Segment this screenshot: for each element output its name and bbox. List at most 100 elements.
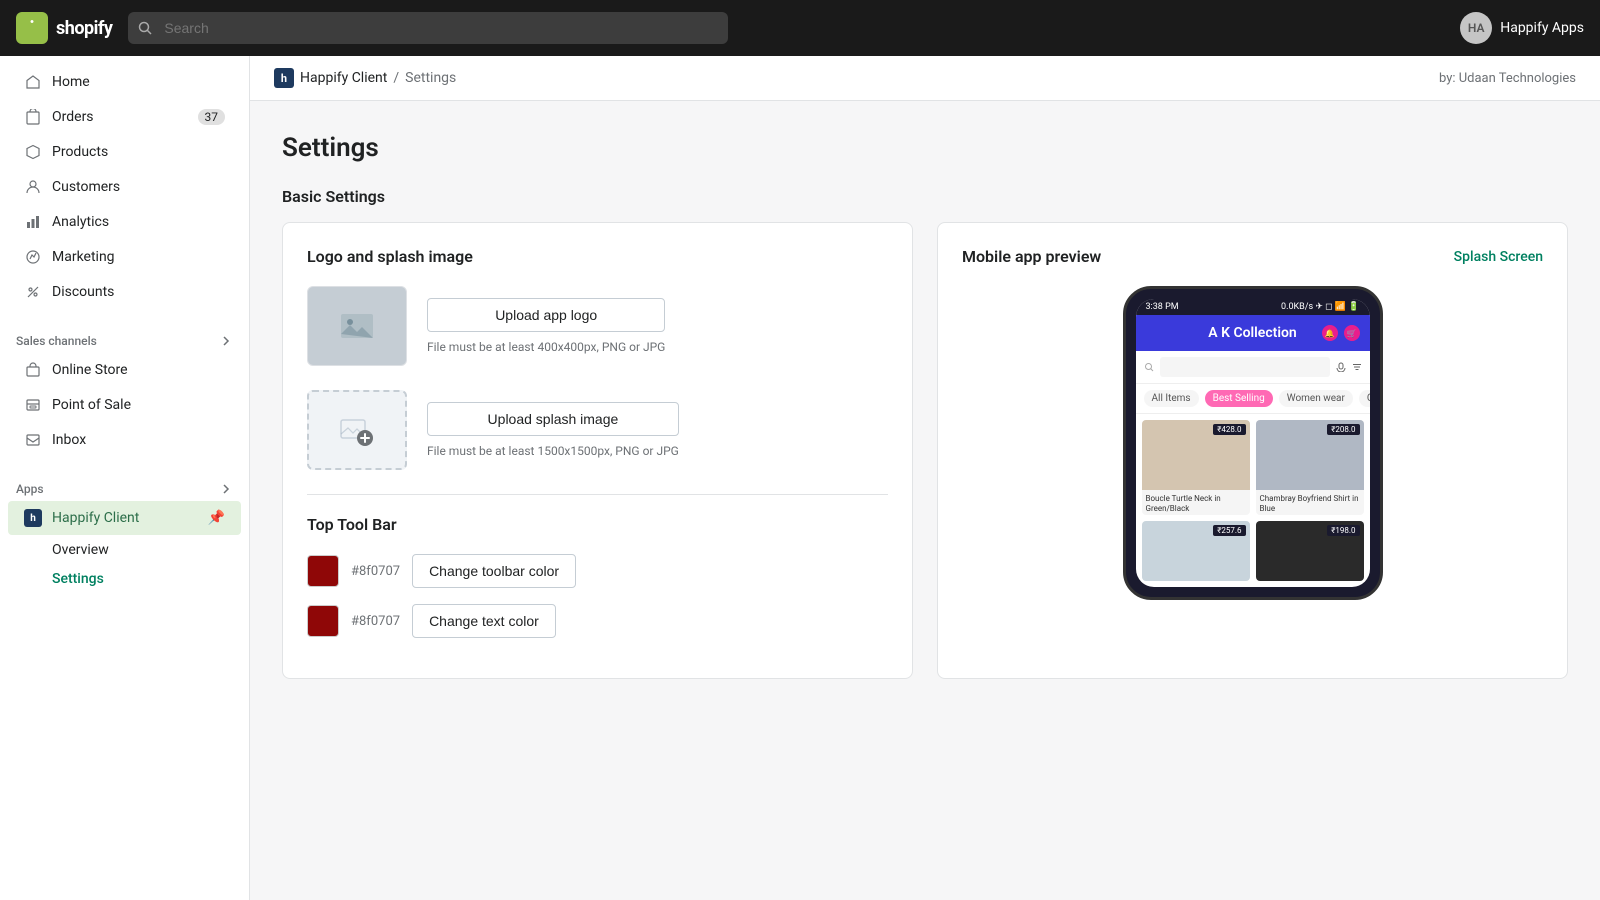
tab-our-best: Our Best [1359, 390, 1370, 407]
upload-splash-icon [337, 410, 377, 450]
sidebar-label-customers: Customers [52, 179, 120, 195]
sidebar-label-pos: Point of Sale [52, 397, 131, 413]
notification-badge: 🔔 [1322, 325, 1338, 341]
sidebar-item-home[interactable]: Home [8, 65, 241, 99]
page-title: Settings [282, 133, 1568, 163]
breadcrumb-app-name: Happify Client [300, 70, 387, 86]
product-img-3: ₹257.6 [1142, 521, 1250, 581]
sidebar-item-discounts[interactable]: Discounts [8, 275, 241, 309]
change-toolbar-color-button[interactable]: Change toolbar color [412, 554, 576, 588]
upload-splash-hint: File must be at least 1500x1500px, PNG o… [427, 444, 679, 458]
sidebar: Home Orders 37 Products [0, 56, 250, 900]
cart-badge: 🛒 [1344, 325, 1360, 341]
happify-icon: h [24, 509, 42, 527]
preview-header: Mobile app preview Splash Screen [962, 247, 1543, 266]
sidebar-item-inbox[interactable]: Inbox [8, 423, 241, 457]
divider [307, 494, 888, 495]
phone-mockup: 3:38 PM 0.0KB/s ✈ ◻ 📶 🔋 A K Collection 🔔… [1123, 286, 1383, 600]
product-row2: ₹257.6 ₹198.0 [1136, 521, 1370, 587]
sidebar-item-online-store[interactable]: Online Store [8, 353, 241, 387]
splash-screen-link[interactable]: Splash Screen [1454, 249, 1543, 265]
text-color-swatch [307, 605, 339, 637]
status-icons: 0.0KB/s ✈ ◻ 📶 🔋 [1281, 302, 1359, 312]
products-grid: ₹428.0 Boucle Turtle Neck in Green/Black… [1136, 414, 1370, 521]
top-bar: shopify HA Happify Apps [0, 0, 1600, 56]
upload-splash-info: Upload splash image File must be at leas… [427, 402, 679, 458]
text-color-row: #8f0707 Change text color [307, 604, 888, 638]
search-icon [138, 21, 152, 35]
upload-logo-row: Upload app logo File must be at least 40… [307, 286, 888, 366]
phone-tabs: All Items Best Selling Women wear Our Be… [1136, 384, 1370, 414]
upload-splash-button[interactable]: Upload splash image [427, 402, 679, 436]
sidebar-label-analytics: Analytics [52, 214, 109, 230]
sidebar-label-inbox: Inbox [52, 432, 86, 448]
product-card-3: ₹257.6 [1142, 521, 1250, 581]
sidebar-label-happify: Happify Client [52, 510, 139, 526]
sidebar-item-happify-client[interactable]: h Happify Client 📌 [8, 501, 241, 535]
toolbar-color-swatch [307, 555, 339, 587]
app-nav-bar: A K Collection 🔔 🛒 [1136, 315, 1370, 351]
sub-label-settings: Settings [52, 571, 104, 587]
nav-section: Home Orders 37 Products [0, 56, 249, 318]
sidebar-item-orders[interactable]: Orders 37 [8, 100, 241, 134]
sub-label-overview: Overview [52, 542, 109, 558]
pos-icon [24, 396, 42, 414]
product-card-4: ₹198.0 [1256, 521, 1364, 581]
upload-logo-button[interactable]: Upload app logo [427, 298, 665, 332]
product-img-1: ₹428.0 [1142, 420, 1250, 490]
preview-title: Mobile app preview [962, 247, 1101, 266]
orders-icon [24, 108, 42, 126]
text-color-hex: #8f0707 [351, 614, 400, 629]
shopify-logo-icon [16, 12, 48, 44]
toolbar-color-row: #8f0707 Change toolbar color [307, 554, 888, 588]
phone-screen: 3:38 PM 0.0KB/s ✈ ◻ 📶 🔋 A K Collection 🔔… [1136, 299, 1370, 587]
customers-icon [24, 178, 42, 196]
sidebar-sub-overview[interactable]: Overview [8, 536, 241, 564]
pin-icon: 📌 [208, 510, 225, 526]
page-content: Settings Basic Settings Logo and splash … [250, 101, 1600, 711]
price-badge-2: ₹208.0 [1327, 424, 1359, 435]
home-icon [24, 73, 42, 91]
online-store-icon [24, 361, 42, 379]
logo-splash-card: Logo and splash image [282, 222, 913, 679]
analytics-icon [24, 213, 42, 231]
sidebar-item-point-of-sale[interactable]: Point of Sale [8, 388, 241, 422]
image-placeholder-icon [339, 308, 375, 344]
logo-splash-title: Logo and splash image [307, 247, 888, 266]
sidebar-label-orders: Orders [52, 109, 94, 125]
sidebar-label-home: Home [52, 74, 90, 90]
apps-section: Apps h Happify Client 📌 Overview Setting… [0, 466, 249, 602]
nav-icons: 🔔 🛒 [1322, 325, 1360, 341]
price-badge-4: ₹198.0 [1327, 525, 1359, 536]
product-img-2: ₹208.0 [1256, 420, 1364, 490]
app-layout: shopify HA Happify Apps [0, 0, 1600, 900]
sidebar-item-customers[interactable]: Customers [8, 170, 241, 204]
discounts-icon [24, 283, 42, 301]
change-text-color-button[interactable]: Change text color [412, 604, 556, 638]
phone-search-row [1136, 351, 1370, 384]
tab-women-wear: Women wear [1279, 390, 1353, 407]
breadcrumb: h Happify Client / Settings [274, 68, 456, 88]
preview-card: Mobile app preview Splash Screen 3:38 PM… [937, 222, 1568, 679]
price-badge-1: ₹428.0 [1213, 424, 1245, 435]
chevron-right-apps-icon [219, 482, 233, 496]
filter-icon [1352, 362, 1362, 372]
breadcrumb-separator: / [393, 70, 399, 86]
apps-header: Apps [0, 474, 249, 500]
shopify-logo[interactable]: shopify [16, 12, 112, 44]
phone-search-icon [1144, 362, 1154, 372]
orders-badge: 37 [198, 109, 226, 125]
search-input[interactable] [128, 12, 728, 44]
breadcrumb-current: Settings [405, 70, 456, 86]
app-title: A K Collection [1208, 325, 1296, 341]
user-menu[interactable]: HA Happify Apps [1460, 12, 1584, 44]
sidebar-sub-settings[interactable]: Settings [8, 565, 241, 593]
sidebar-item-marketing[interactable]: Marketing [8, 240, 241, 274]
sidebar-item-products[interactable]: Products [8, 135, 241, 169]
breadcrumb-app-icon: h [274, 68, 294, 88]
sales-channels-section: Sales channels Online Store Point of Sal… [0, 318, 249, 466]
sidebar-item-analytics[interactable]: Analytics [8, 205, 241, 239]
phone-search-field [1160, 357, 1330, 377]
phone-status-bar: 3:38 PM 0.0KB/s ✈ ◻ 📶 🔋 [1136, 299, 1370, 315]
marketing-icon [24, 248, 42, 266]
